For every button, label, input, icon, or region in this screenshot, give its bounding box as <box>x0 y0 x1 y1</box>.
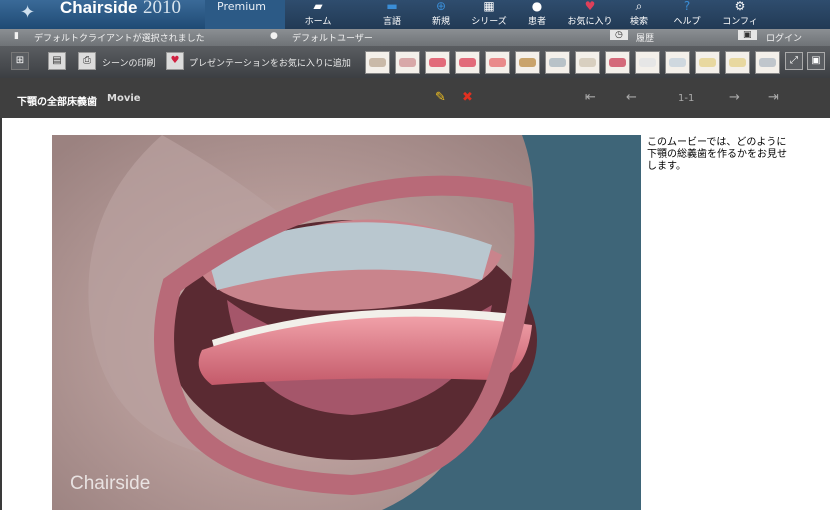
last-page-icon[interactable]: ⇥ <box>768 90 779 105</box>
user-icon: ● <box>531 0 543 13</box>
denture-illustration <box>52 135 641 510</box>
media-type: Movie <box>107 93 141 104</box>
edition-badge: Premium <box>205 0 285 29</box>
history-link[interactable]: 履歴 <box>636 31 654 44</box>
movie-description: このムービーでは、どのように下顎の総義歯を作るかをお見せします。 <box>647 137 787 172</box>
heart-icon: ♥ <box>584 0 596 13</box>
client-status: デフォルトクライアントが選択されました <box>34 34 205 44</box>
chair-icon: ▰ <box>313 0 323 13</box>
film-icon: ▦ <box>483 0 495 13</box>
page-indicator: 1-1 <box>678 93 695 104</box>
scene-thumbnail[interactable] <box>665 51 690 74</box>
presentation-title: 下顎の全部床義歯 <box>17 97 97 108</box>
nav-favorites[interactable]: ♥ お気に入り <box>566 0 614 29</box>
nav-config[interactable]: ⚙ コンフィグ <box>718 0 762 40</box>
scene-thumbnail[interactable] <box>455 51 480 74</box>
fullscreen-icon[interactable]: ⤢ <box>785 52 803 70</box>
login-link[interactable]: ログイン <box>766 31 802 44</box>
chairside-watermark: Chairside <box>70 473 151 494</box>
chair-logo-icon: ✦ <box>20 2 36 23</box>
new-icon: ⊕ <box>435 0 447 13</box>
presentation-title-bar: 下顎の全部床義歯 Movie ✎ ✖ ⇤ ← 1-1 → ⇥ <box>0 78 830 118</box>
scene-thumbnail[interactable] <box>365 51 390 74</box>
scene-thumbnail[interactable] <box>425 51 450 74</box>
scene-thumbnail[interactable] <box>635 51 660 74</box>
current-user[interactable]: デフォルトユーザー <box>292 31 373 44</box>
first-page-icon[interactable]: ⇤ <box>585 90 596 105</box>
print-scene-button[interactable]: シーンの印刷 <box>102 56 156 69</box>
scene-thumbnail[interactable] <box>545 51 570 74</box>
clock-icon: ◷ <box>610 30 628 40</box>
grid-view-icon[interactable]: ⊞ <box>11 52 29 70</box>
brand-name: Chairside <box>60 0 138 17</box>
window-icon[interactable]: ▣ <box>807 52 825 70</box>
scene-toolbar: ⊞ ▤ ⎙ シーンの印刷 ♥ プレゼンテーションをお気に入りに追加 ⤢ ▣ <box>0 46 830 78</box>
prev-page-icon[interactable]: ← <box>626 90 637 105</box>
gear-icon: ⚙ <box>734 0 746 13</box>
search-icon: ⌕ <box>635 0 643 13</box>
help-icon: ? <box>683 0 691 13</box>
movie-player[interactable]: Chairside <box>52 135 641 510</box>
brand-logo: ✦ Chairside 2010 <box>0 0 205 29</box>
scene-thumbnail[interactable] <box>515 51 540 74</box>
edit-pencil-icon[interactable]: ✎ <box>435 90 446 105</box>
scene-thumbnail[interactable] <box>395 51 420 74</box>
page-icon[interactable]: ▤ <box>48 52 66 70</box>
nav-help[interactable]: ? ヘルプ <box>672 0 702 29</box>
client-icon: ▮ <box>14 31 19 41</box>
nav-language[interactable]: ▬ 言語 <box>378 0 406 29</box>
scene-thumbnail[interactable] <box>575 51 600 74</box>
nav-series[interactable]: ▦ シリーズ <box>471 0 507 29</box>
print-icon[interactable]: ⎙ <box>78 52 96 70</box>
lock-icon: ▣ <box>738 30 757 40</box>
user-icon: ● <box>270 31 278 41</box>
scene-thumbnail[interactable] <box>755 51 780 74</box>
scene-thumbnail[interactable] <box>725 51 750 74</box>
scene-thumbnail[interactable] <box>605 51 630 74</box>
add-favorite-button[interactable]: プレゼンテーションをお気に入りに追加 <box>189 56 351 69</box>
nav-new[interactable]: ⊕ 新規 <box>427 0 455 29</box>
scene-thumbnail[interactable] <box>485 51 510 74</box>
delete-icon[interactable]: ✖ <box>462 90 473 105</box>
book-icon: ▬ <box>386 0 398 13</box>
next-page-icon[interactable]: → <box>729 90 740 105</box>
nav-home[interactable]: ▰ ホーム <box>300 0 336 29</box>
brand-year: 2010 <box>143 0 181 18</box>
status-bar: ▮ デフォルトクライアントが選択されました ● デフォルトユーザー ◷ 履歴 ▣… <box>0 29 830 46</box>
top-nav-bar: ✦ Chairside 2010 Premium ▰ ホーム ▬ 言語 ⊕ 新規… <box>0 0 830 40</box>
nav-search[interactable]: ⌕ 検索 <box>625 0 653 29</box>
favorite-heart-icon[interactable]: ♥ <box>166 52 184 70</box>
scene-thumbnail[interactable] <box>695 51 720 74</box>
left-border <box>0 118 2 510</box>
nav-patients[interactable]: ● 患者 <box>525 0 549 29</box>
